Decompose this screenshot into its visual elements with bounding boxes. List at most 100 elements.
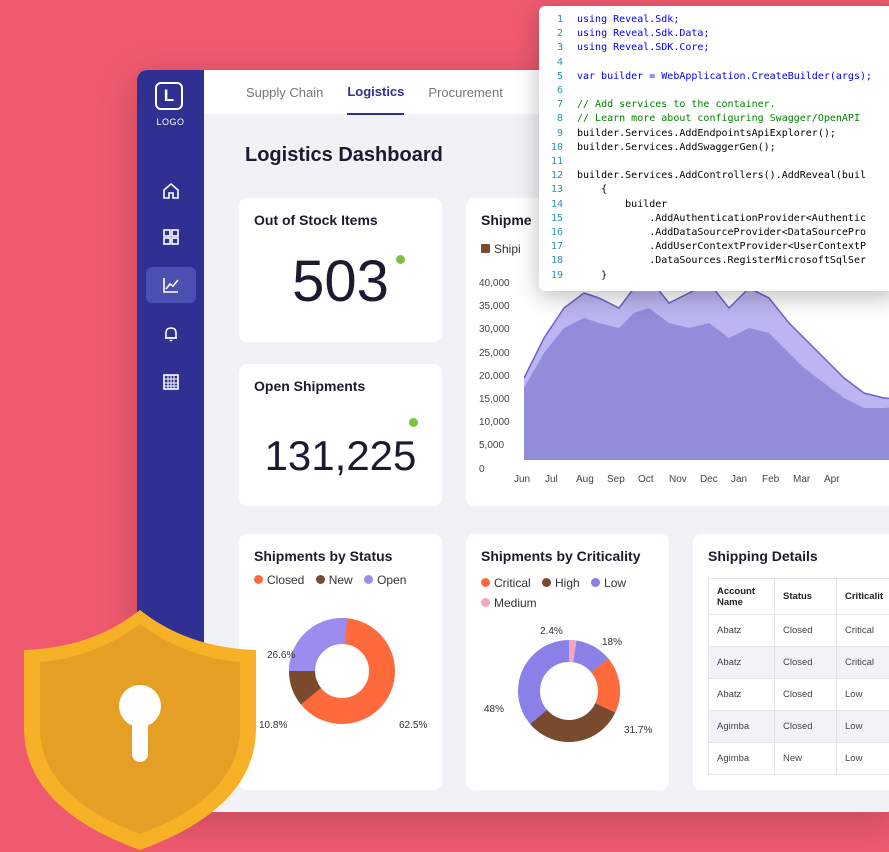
legend-item: New [315, 573, 353, 587]
table-row[interactable]: Abatz Closed Critical [708, 614, 889, 647]
y-tick-label: 5,000 [479, 440, 505, 452]
line-number: 2 [556, 28, 563, 40]
code-line: 7 // Add services to the container. [539, 99, 889, 111]
code-line: 1 using Reveal.Sdk; [539, 14, 889, 26]
line-number: 14 [550, 198, 563, 210]
status-legend: Closed New Open [254, 573, 414, 587]
code-editor[interactable]: 1 using Reveal.Sdk; 2 using Reveal.Sdk.Data… [539, 6, 889, 291]
code-text: builder.Services.AddEndpointsApiExplorer… [577, 127, 836, 139]
home-icon[interactable] [146, 173, 196, 209]
line-number: 17 [550, 241, 563, 253]
tab-procurement[interactable]: Procurement [428, 71, 502, 114]
legend-swatch [481, 244, 490, 253]
x-tick-label: Apr [824, 474, 840, 485]
card-title: Shipping Details [708, 548, 818, 564]
table-cell: Low [836, 742, 889, 775]
table-cell: Abatz [708, 614, 775, 647]
open-shipments-card[interactable]: Open Shipments 131,225 [239, 364, 442, 506]
legend-item: Medium [481, 596, 537, 610]
line-number: 6 [556, 85, 563, 96]
logo-icon: L [155, 82, 183, 110]
shipping-details-card[interactable]: Shipping Details Account Name Status Cri… [693, 534, 889, 790]
code-text: builder.Services.AddSwaggerGen(); [577, 141, 776, 153]
code-line: 3 using Reveal.SDK.Core; [539, 42, 889, 54]
column-header[interactable]: Account Name [708, 578, 775, 615]
table-header-row: Account Name Status Criticalit [708, 578, 889, 615]
code-text: using Reveal.Sdk.Data; [577, 28, 710, 40]
grid-icon[interactable] [146, 219, 196, 255]
column-header[interactable]: Criticalit [836, 578, 889, 615]
x-tick-label: Dec [700, 474, 718, 485]
y-tick-label: 10,000 [479, 417, 510, 429]
y-tick-label: 30,000 [479, 324, 510, 336]
legend-item: High [542, 576, 580, 590]
legend-item: Open [364, 573, 406, 587]
line-number: 19 [550, 269, 563, 281]
table-cell: Agimba [708, 742, 775, 775]
legend-label: Closed [267, 573, 305, 587]
code-line: 12 builder.Services.AddControllers().AddR… [539, 170, 889, 182]
code-line: 15 .AddAuthenticationProvider<Authentic [539, 213, 889, 225]
pct-label: 18% [602, 637, 623, 648]
code-line: 8 // Learn more about configuring Swagger… [539, 113, 889, 125]
kpi-value: 503 [292, 249, 389, 314]
status-card[interactable]: Shipments by Status Closed New Open 26.6… [239, 534, 442, 790]
code-line: 14 builder [539, 199, 889, 211]
line-number: 7 [556, 99, 563, 111]
criticality-donut [518, 640, 620, 742]
legend-swatch [591, 578, 601, 587]
code-text: // Add services to the container. [577, 99, 776, 111]
pct-label: 2.4% [540, 626, 563, 637]
table-row[interactable]: Agimba Closed Low [708, 710, 889, 743]
code-line: 19 } [539, 270, 889, 282]
card-title: Open Shipments [254, 378, 366, 394]
legend-swatch [481, 578, 490, 587]
x-tick-label: Oct [638, 474, 654, 485]
code-text: using Reveal.Sdk; [577, 14, 680, 25]
legend-swatch [315, 575, 325, 584]
criticality-card[interactable]: Shipments by Criticality Critical High L… [466, 534, 669, 790]
column-header[interactable]: Status [774, 578, 837, 615]
line-number: 16 [550, 227, 563, 238]
table-cell: Closed [774, 710, 837, 743]
table-cell: Abatz [708, 678, 775, 711]
line-number: 5 [556, 70, 563, 82]
legend-swatch [542, 578, 552, 587]
line-number: 11 [550, 156, 563, 167]
calendar-icon[interactable] [146, 364, 196, 400]
chart-icon[interactable] [146, 267, 196, 303]
card-title: Out of Stock Items [254, 212, 378, 228]
table-cell: Low [836, 710, 889, 743]
line-number: 3 [556, 42, 563, 54]
tab-logistics[interactable]: Logistics [347, 70, 405, 115]
line-number: 1 [556, 14, 563, 25]
legend-swatch [481, 598, 490, 607]
pct-label: 26.6% [267, 650, 296, 661]
table-cell: Agimba [708, 710, 775, 743]
line-number: 8 [556, 113, 563, 125]
line-number: 15 [550, 212, 563, 224]
pct-label: 31.7% [624, 725, 653, 736]
table-row[interactable]: Abatz Closed Critical [708, 646, 889, 679]
card-title: Shipme [481, 212, 532, 228]
security-shield-icon [24, 610, 256, 850]
logo-text: LOGO [156, 117, 185, 127]
x-tick-label: Aug [576, 474, 594, 485]
out-of-stock-card[interactable]: Out of Stock Items 503 [239, 198, 442, 342]
tab-supply-chain[interactable]: Supply Chain [246, 71, 323, 114]
kpi-value: 131,225 [264, 432, 417, 479]
y-tick-label: 40,000 [479, 278, 510, 289]
table-row[interactable]: Agimba New Low [708, 742, 889, 775]
code-line: 18 .DataSources.RegisterMicrosoftSqlSer [539, 255, 889, 267]
line-number: 10 [550, 141, 563, 153]
bell-icon[interactable] [146, 316, 196, 352]
table-cell: Closed [774, 646, 837, 679]
legend-item: Low [591, 576, 626, 590]
legend-label: Shipi [494, 242, 521, 256]
shipping-table: Account Name Status Criticalit Abatz Clos… [708, 578, 889, 775]
code-text: .DataSources.RegisterMicrosoftSqlSer [577, 255, 866, 267]
table-row[interactable]: Abatz Closed Low [708, 678, 889, 711]
table-cell: New [774, 742, 837, 775]
legend-label: Medium [494, 596, 537, 610]
card-title: Shipments by Status [254, 548, 393, 564]
